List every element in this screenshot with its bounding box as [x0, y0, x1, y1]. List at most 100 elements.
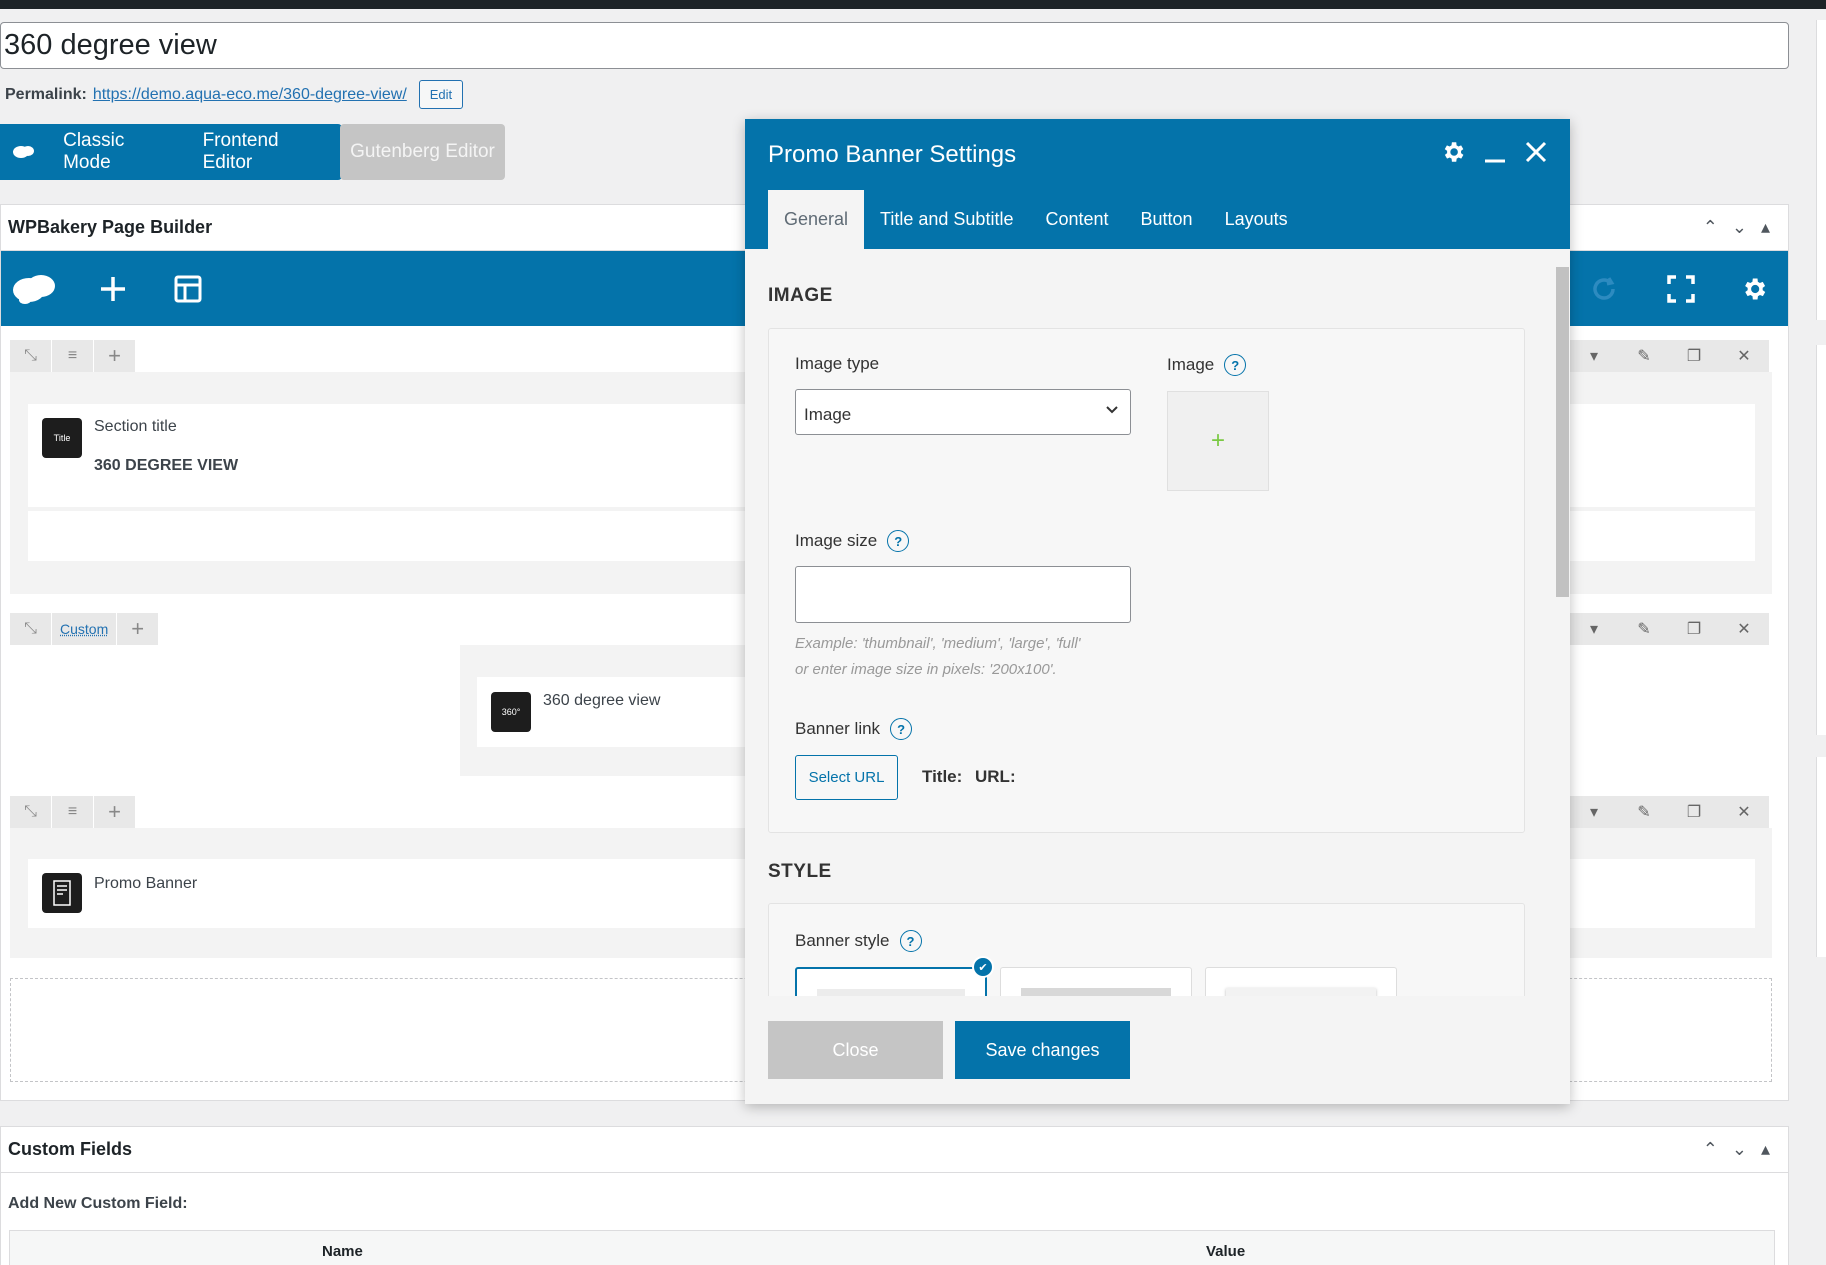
toggle-panel-icon[interactable]: ▴: [1761, 1139, 1770, 1160]
image-size-label-text: Image size: [795, 531, 877, 551]
permalink-link[interactable]: https://demo.aqua-eco.me/360-degree-view…: [93, 86, 407, 104]
style-preview: [817, 989, 965, 996]
sidebar-edge: [1816, 20, 1826, 320]
checkmark-icon: ✔: [972, 956, 994, 978]
row-move-icon[interactable]: ⤡: [10, 613, 52, 645]
banner-style-option-1[interactable]: [795, 967, 987, 996]
row-toggle-icon[interactable]: ▾: [1569, 340, 1619, 372]
select-url-button[interactable]: Select URL: [795, 755, 898, 800]
close-button[interactable]: Close: [768, 1021, 943, 1079]
scrollbar-thumb[interactable]: [1556, 267, 1569, 597]
image-label: Image ?: [1167, 354, 1246, 376]
tab-content[interactable]: Content: [1029, 190, 1124, 249]
wpbakery-logo-icon[interactable]: [9, 251, 59, 326]
minimize-icon[interactable]: [1484, 139, 1506, 170]
col-value: Value: [1206, 1243, 1245, 1260]
row-clone-icon[interactable]: ❐: [1669, 796, 1719, 828]
classic-mode-button[interactable]: Classic Mode: [47, 130, 186, 174]
row-clone-icon[interactable]: ❐: [1669, 340, 1719, 372]
templates-icon[interactable]: [168, 251, 208, 326]
wpbakery-panel-controls: ⌃ ⌄ ▴: [1703, 217, 1770, 238]
image-type-label: Image type: [795, 354, 879, 374]
modal-header: Promo Banner Settings General Title and …: [745, 119, 1570, 249]
row-controls: ⤡ Custom +: [10, 613, 159, 645]
redo-icon[interactable]: [1581, 251, 1627, 326]
row-toggle-icon[interactable]: ▾: [1569, 796, 1619, 828]
row-edit-icon[interactable]: ✎: [1619, 796, 1669, 828]
element-name: Section title: [94, 418, 177, 436]
element-name: Promo Banner: [94, 875, 197, 893]
modal-title: Promo Banner Settings: [768, 141, 1016, 169]
custom-fields-table-header: Name Value: [9, 1230, 1775, 1265]
row-delete-icon[interactable]: ✕: [1719, 796, 1769, 828]
editor-mode-bar: Classic Mode Frontend Editor: [0, 124, 342, 180]
fullscreen-icon[interactable]: [1658, 251, 1704, 326]
col-name: Name: [322, 1243, 363, 1260]
row-delete-icon[interactable]: ✕: [1719, 340, 1769, 372]
help-icon[interactable]: ?: [887, 530, 909, 552]
banner-style-option-2[interactable]: [1000, 967, 1192, 996]
row-clone-icon[interactable]: ❐: [1669, 613, 1719, 645]
gear-icon[interactable]: [1440, 139, 1466, 170]
move-down-icon[interactable]: ⌄: [1732, 217, 1747, 238]
save-changes-button[interactable]: Save changes: [955, 1021, 1130, 1079]
image-settings-card: Image type Image Image ? + Image size ?: [768, 328, 1525, 833]
permalink-edit-button[interactable]: Edit: [419, 80, 463, 109]
promo-banner-settings-modal: Promo Banner Settings General Title and …: [745, 119, 1570, 1104]
move-up-icon[interactable]: ⌃: [1703, 1139, 1718, 1160]
modal-body[interactable]: IMAGE Image type Image Image ? + Image s…: [745, 249, 1570, 996]
row-layout-custom-link[interactable]: Custom: [52, 613, 117, 645]
row-move-icon[interactable]: ⤡: [10, 796, 52, 828]
tab-layouts[interactable]: Layouts: [1209, 190, 1304, 249]
banner-style-option-3[interactable]: [1205, 967, 1397, 996]
row-toggle-icon[interactable]: ▾: [1569, 613, 1619, 645]
modal-scrollbar[interactable]: [1551, 249, 1569, 996]
row-edit-icon[interactable]: ✎: [1619, 340, 1669, 372]
style-preview: [1226, 988, 1376, 996]
row-move-icon[interactable]: ⤡: [10, 340, 52, 372]
row-layout-icon[interactable]: ≡: [52, 340, 94, 372]
gutenberg-editor-button[interactable]: Gutenberg Editor: [340, 124, 505, 180]
row-delete-icon[interactable]: ✕: [1719, 613, 1769, 645]
help-icon[interactable]: ?: [890, 718, 912, 740]
help-icon[interactable]: ?: [900, 930, 922, 952]
admin-top-bar: [0, 0, 1826, 9]
tab-general[interactable]: General: [768, 190, 864, 249]
permalink-row: Permalink: https://demo.aqua-eco.me/360-…: [5, 80, 463, 109]
toggle-panel-icon[interactable]: ▴: [1761, 217, 1770, 238]
row-add-icon[interactable]: +: [94, 796, 136, 828]
move-up-icon[interactable]: ⌃: [1703, 217, 1718, 238]
row-right-controls: ▾ ✎ ❐ ✕: [1569, 796, 1769, 828]
banner-link-label: Banner link ?: [795, 718, 912, 740]
image-size-input[interactable]: [795, 566, 1131, 623]
tab-title-subtitle[interactable]: Title and Subtitle: [864, 190, 1029, 249]
add-element-icon[interactable]: [93, 251, 133, 326]
custom-fields-controls: ⌃ ⌄ ▴: [1703, 1139, 1770, 1160]
wpbakery-logo-icon: [0, 144, 47, 160]
360-view-element[interactable]: 360° 360 degree view: [477, 677, 777, 747]
chevron-down-icon: [1104, 402, 1120, 423]
move-down-icon[interactable]: ⌄: [1732, 1139, 1747, 1160]
row-edit-icon[interactable]: ✎: [1619, 613, 1669, 645]
help-icon[interactable]: ?: [1224, 354, 1246, 376]
frontend-editor-button[interactable]: Frontend Editor: [187, 130, 342, 174]
custom-fields-title: Custom Fields: [1, 1127, 1788, 1173]
title-element-icon: Title: [42, 418, 82, 458]
plus-icon: +: [1211, 427, 1225, 455]
row-right-controls: ▾ ✎ ❐ ✕: [1569, 613, 1769, 645]
link-url-label: URL:: [975, 767, 1016, 787]
image-type-select[interactable]: Image: [795, 389, 1131, 435]
row-controls: ⤡ ≡ +: [10, 796, 136, 828]
style-preview: [1021, 988, 1171, 996]
tab-button[interactable]: Button: [1125, 190, 1209, 249]
post-title-input[interactable]: [0, 22, 1789, 69]
add-image-button[interactable]: +: [1167, 391, 1269, 491]
close-icon[interactable]: [1524, 140, 1548, 169]
banner-style-label: Banner style ?: [795, 930, 922, 952]
row-layout-icon[interactable]: ≡: [52, 796, 94, 828]
row-add-icon[interactable]: +: [117, 613, 159, 645]
sidebar-edge: [1816, 757, 1826, 957]
row-add-icon[interactable]: +: [94, 340, 136, 372]
modal-tabs: General Title and Subtitle Content Butto…: [768, 190, 1304, 249]
page-settings-icon[interactable]: [1731, 251, 1777, 326]
